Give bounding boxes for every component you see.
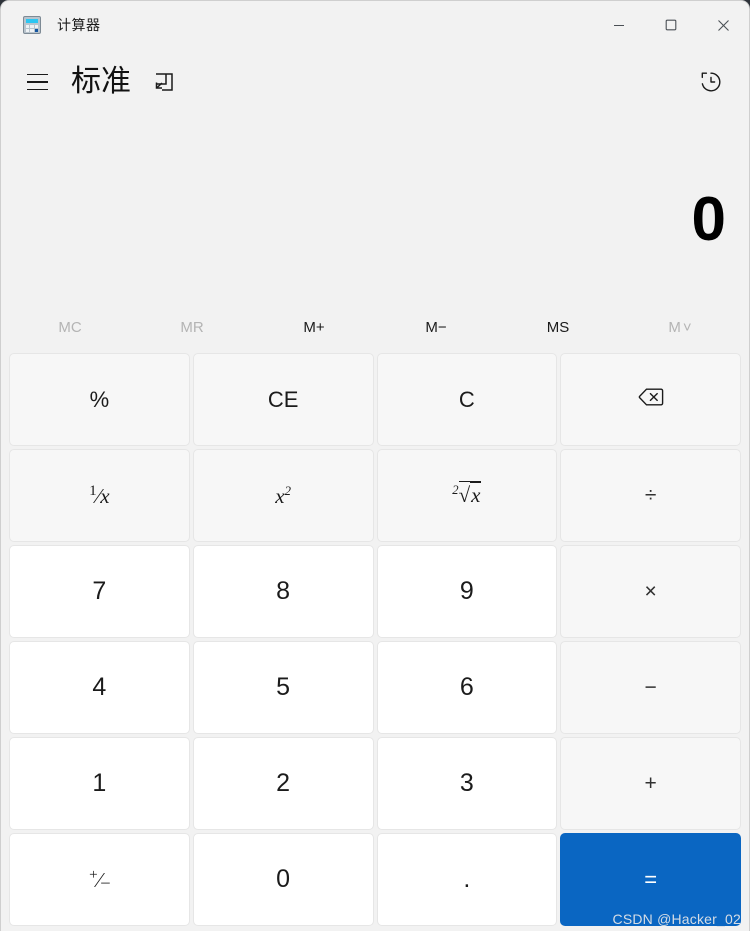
clear-entry-button-label: CE [267,386,299,412]
mode-bar: 标准 [1,49,749,115]
memory-subtract-button[interactable]: M− [375,304,497,350]
digit-0-button-label: 0 [276,865,291,893]
display-area[interactable]: 0 [1,121,749,251]
page-title: 标准 [71,65,131,98]
digit-1-button[interactable]: 1 [9,737,190,830]
digit-3-button[interactable]: 3 [376,737,558,830]
divide-button[interactable]: ÷ [560,449,741,542]
clear-entry-button[interactable]: CE [192,353,374,446]
digit-8-button-label: 8 [276,577,291,605]
memory-recall-button: MR [131,304,253,350]
memory-button-label: M− [425,318,447,336]
square-glyph: x2 [275,482,292,508]
digit-5-button[interactable]: 5 [192,641,374,734]
close-button[interactable] [697,1,749,49]
add-button[interactable]: + [560,737,741,830]
memory-button-label: M+ [303,318,325,336]
memory-dropdown-button: M ˅ [619,304,741,350]
digit-1-button-label: 1 [92,769,107,797]
calculator-icon-screen [26,19,38,23]
digit-3-button-label: 3 [459,769,474,797]
digit-7-button-label: 7 [92,577,107,605]
reciprocal-glyph: 1⁄x [89,482,110,508]
chevron-down-icon: ˅ [682,318,692,336]
memory-button-label: M [668,318,681,336]
square-root-button[interactable]: 2√x [376,449,558,542]
digit-9-button[interactable]: 9 [376,545,558,638]
history-icon[interactable] [691,62,731,102]
reciprocal-button[interactable]: 1⁄x [9,449,190,542]
digit-9-button-label: 9 [459,577,474,605]
memory-row: MC MR M+ M− MS M ˅ [1,304,749,350]
memory-button-label: MR [180,318,204,336]
calculator-icon-keys [26,25,38,32]
memory-button-label: MC [58,318,82,336]
equals-label: = [644,866,658,892]
digit-2-button[interactable]: 2 [192,737,374,830]
digit-6-button-label: 6 [459,673,474,701]
digit-7-button[interactable]: 7 [9,545,190,638]
hamburger-menu-icon[interactable] [17,62,57,102]
display-value: 0 [691,185,726,254]
square-button[interactable]: x2 [192,449,374,542]
sign-toggle-button[interactable]: +⁄– [9,833,190,926]
clear-button[interactable]: C [376,353,558,446]
keypad: % CE C 1⁄x x2 2√x ÷ 7 8 9 × 4 5 6 − 1 2 3 + +⁄– 0. = [1,353,749,931]
calculator-icon [23,16,41,34]
subtract-button[interactable]: − [560,641,741,734]
square-root-glyph: 2√x [452,481,482,507]
maximize-button[interactable] [645,1,697,49]
percent-button[interactable]: % [9,353,190,446]
window-controls [593,1,749,49]
minimize-button[interactable] [593,1,645,49]
keep-on-top-icon[interactable] [149,67,179,97]
digit-4-button-label: 4 [92,673,107,701]
decimal-point-button-label: . [463,865,471,893]
multiply-button-label: × [644,579,657,603]
memory-clear-button: MC [9,304,131,350]
multiply-button[interactable]: × [560,545,741,638]
backspace-icon [638,387,664,413]
subtract-button-label: − [644,675,657,699]
digit-5-button-label: 5 [276,673,291,701]
memory-add-button[interactable]: M+ [253,304,375,350]
digit-0-button[interactable]: 0 [192,833,374,926]
decimal-point-button[interactable]: . [376,833,558,926]
title-bar: 计算器 [1,1,749,49]
divide-button-label: ÷ [644,483,657,507]
memory-button-label: MS [546,318,570,336]
percent-button-label: % [89,386,110,412]
equals-button[interactable]: = [560,833,741,926]
digit-4-button[interactable]: 4 [9,641,190,734]
backspace-button[interactable] [560,353,741,446]
window-title: 计算器 [57,17,101,33]
memory-store-button[interactable]: MS [497,304,619,350]
sign-toggle-glyph: +⁄– [89,866,110,892]
calculator-window: 计算器 标准 0 MC MR M+ M− MS M ˅ % CE C 1⁄x x… [0,0,750,931]
digit-6-button[interactable]: 6 [376,641,558,734]
digit-8-button[interactable]: 8 [192,545,374,638]
add-button-label: + [644,771,657,795]
clear-button-label: C [458,386,475,412]
digit-2-button-label: 2 [276,769,291,797]
